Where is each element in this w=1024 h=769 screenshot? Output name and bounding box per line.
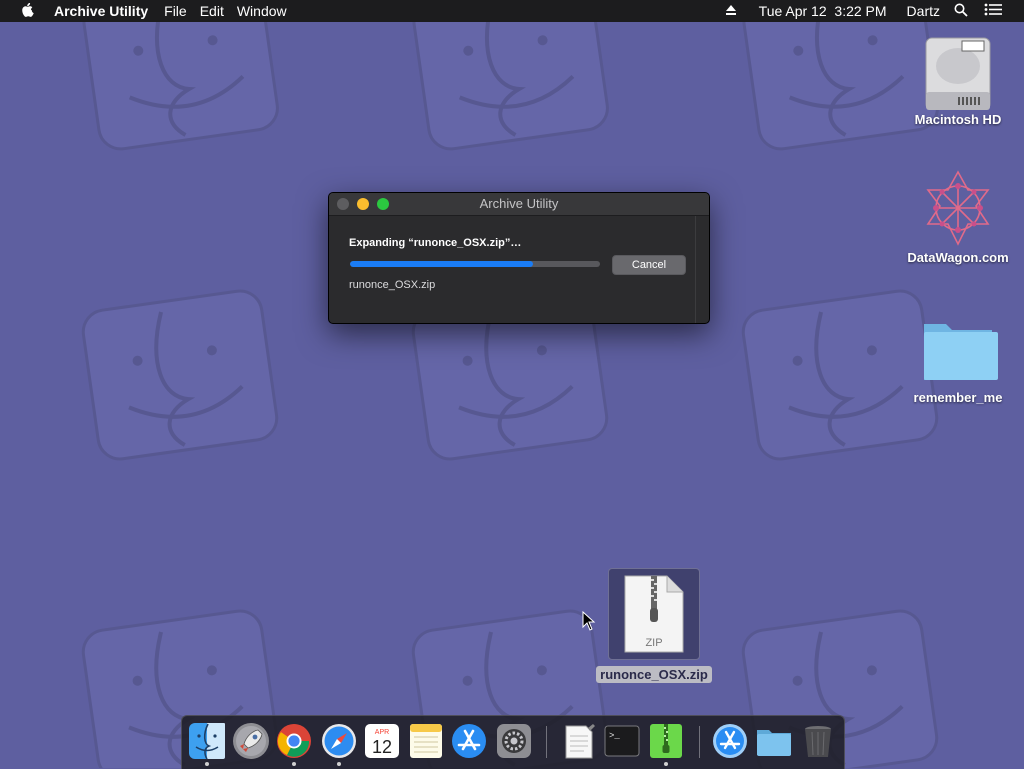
dock-launchpad[interactable] [232, 722, 270, 760]
menu-user[interactable]: Dartz [907, 3, 940, 19]
dock-notes[interactable] [407, 722, 445, 760]
chrome-icon [277, 724, 311, 758]
apple-menu-icon[interactable] [21, 3, 35, 19]
dock-safari[interactable] [320, 722, 358, 766]
close-window-button[interactable] [337, 198, 349, 210]
menu-edit[interactable]: Edit [200, 3, 224, 19]
textedit-document-icon [565, 724, 595, 759]
expand-progress-bar [350, 261, 600, 267]
window-body: Expanding “runonce_OSX.zip”… Cancel runo… [329, 216, 709, 323]
zip-selection-box: ZIP [608, 568, 700, 660]
dock-chrome[interactable] [275, 722, 313, 766]
archive-utility-zip-icon [650, 724, 682, 758]
terminal-prompt: >_ [609, 731, 620, 741]
window-title: Archive Utility [479, 196, 559, 211]
desktop-icon-macintosh-hd[interactable]: Macintosh HD [903, 30, 1013, 129]
hard-drive-icon [925, 37, 991, 110]
dock: APR 12 >_ [181, 715, 845, 769]
dock-archive-utility[interactable] [647, 722, 685, 766]
mouse-pointer-icon [582, 611, 596, 631]
dock-downloads-folder[interactable] [755, 722, 793, 760]
dock-terminal[interactable]: >_ [603, 722, 641, 760]
menu-bar: Archive Utility File Edit Window Tue Apr… [0, 0, 1024, 22]
desktop-wallpaper [0, 0, 1024, 768]
running-indicator [664, 762, 668, 766]
current-filename: runonce_OSX.zip [349, 279, 436, 291]
archive-utility-window: Archive Utility Expanding “runonce_OSX.z… [328, 192, 710, 324]
dock-textedit[interactable] [560, 722, 598, 760]
safari-compass-icon [322, 724, 356, 758]
notes-icon [410, 724, 442, 758]
dock-separator [546, 726, 547, 758]
zip-file-icon: ZIP [624, 575, 684, 653]
zip-file-label[interactable]: runonce_OSX.zip [596, 666, 712, 683]
folder-icon [757, 730, 791, 756]
desktop-icon-label: remember_me [913, 390, 1003, 405]
cancel-button[interactable]: Cancel [612, 255, 686, 275]
dock-system-preferences[interactable] [495, 722, 533, 760]
dock-app-store-download[interactable] [711, 722, 749, 760]
app-store-icon [452, 724, 486, 758]
desktop-zip-file[interactable]: ZIP runonce_OSX.zip [594, 568, 714, 684]
spotlight-search-icon[interactable] [954, 3, 968, 20]
app-store-download-icon [713, 724, 747, 758]
trash-icon [805, 726, 831, 757]
desktop-icon-label: Macintosh HD [914, 112, 1002, 127]
finder-icon [189, 723, 225, 760]
zip-badge-text: ZIP [645, 637, 662, 649]
running-indicator [292, 762, 296, 766]
calendar-icon: APR12 [365, 724, 399, 758]
eject-icon[interactable] [725, 3, 737, 19]
dock-trash[interactable] [799, 722, 837, 760]
minimize-window-button[interactable] [357, 198, 369, 210]
desktop-icon-datawagon[interactable]: DataWagon.com [903, 168, 1013, 267]
folder-icon [924, 324, 998, 380]
menu-file[interactable]: File [164, 3, 187, 19]
dock-app-store[interactable] [450, 722, 488, 760]
window-titlebar[interactable]: Archive Utility [329, 193, 709, 216]
datawagon-logo-icon [926, 170, 990, 246]
running-indicator [337, 762, 341, 766]
zoom-window-button[interactable] [377, 198, 389, 210]
menu-app-name[interactable]: Archive Utility [54, 3, 148, 19]
running-indicator [205, 762, 209, 766]
progress-bar-fill [350, 261, 533, 267]
notification-center-icon[interactable] [984, 3, 1002, 19]
calendar-month: APR [375, 729, 389, 736]
window-scroll-edge [695, 216, 696, 323]
gear-icon [497, 724, 531, 758]
expanding-status-text: Expanding “runonce_OSX.zip”… [349, 237, 522, 249]
calendar-day: 12 [372, 737, 392, 757]
terminal-icon: >_ [604, 725, 640, 757]
menu-clock[interactable]: Tue Apr 12 3:22 PM [759, 3, 887, 19]
launchpad-rocket-icon [233, 723, 269, 759]
dock-calendar[interactable]: APR 12 [363, 722, 401, 760]
desktop-icon-label: DataWagon.com [907, 250, 1009, 265]
desktop-icon-remember-me[interactable]: remember_me [903, 308, 1013, 407]
menu-window[interactable]: Window [237, 3, 287, 19]
dock-finder[interactable] [188, 722, 226, 766]
dock-separator [699, 726, 700, 758]
